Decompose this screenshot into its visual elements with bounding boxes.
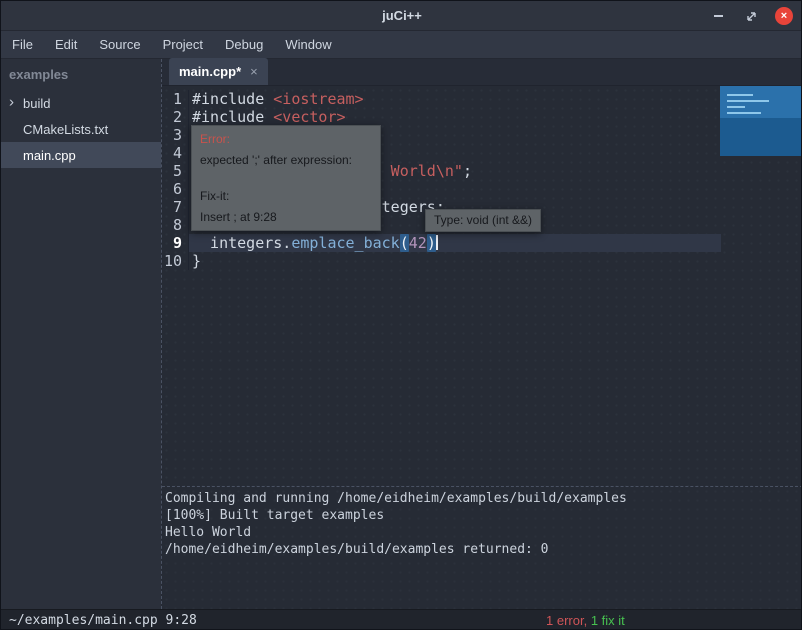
error-tooltip-title: Error: (200, 132, 372, 147)
line-number: 2 (162, 108, 189, 126)
maximize-button[interactable] (742, 7, 760, 25)
type-tooltip-text: Type: void (int &&) (434, 213, 532, 228)
sidebar-item-build[interactable]: › build (1, 90, 161, 116)
code-text: #include <iostream> (189, 90, 364, 108)
window-controls: × (709, 1, 793, 31)
app-window: juCi++ × File Edit Source Project Debug … (0, 0, 802, 630)
error-tooltip: Error: expected ';' after expression: Fi… (191, 125, 381, 231)
file-tree-sidebar: examples › build CMakeLists.txt main.cpp (1, 59, 161, 609)
error-count: 1 error (546, 613, 584, 628)
sidebar-item-cmakelists[interactable]: CMakeLists.txt (1, 116, 161, 142)
fixit-count: 1 fix it (591, 613, 625, 628)
tab-close-icon[interactable]: × (250, 64, 258, 79)
menu-edit[interactable]: Edit (44, 31, 88, 58)
line-number: 4 (162, 144, 189, 162)
code-line-current: 9 integers.emplace_back(42) (162, 234, 802, 252)
menu-file[interactable]: File (1, 31, 44, 58)
sidebar-item-label: CMakeLists.txt (23, 122, 108, 137)
line-number: 9 (162, 234, 189, 252)
tabbar: main.cpp* × (162, 59, 802, 86)
window-title: juCi++ (382, 8, 422, 23)
terminal-output[interactable]: Compiling and running /home/eidheim/exam… (162, 486, 802, 609)
fixit-label: Fix-it: (200, 189, 372, 204)
overview-line (727, 100, 769, 102)
line-number: 8 (162, 216, 189, 234)
code-line: 1 #include <iostream> (162, 90, 802, 108)
line-number: 6 (162, 180, 189, 198)
fixit-text: Insert ; at 9:28 (200, 210, 372, 225)
error-tooltip-message: expected ';' after expression: (200, 153, 372, 168)
line-number: 3 (162, 126, 189, 144)
menu-debug[interactable]: Debug (214, 31, 274, 58)
statusbar: ~/examples/main.cpp 9:28 1 error, 1 fix … (1, 609, 802, 630)
code-line: 10 } (162, 252, 802, 270)
minimize-icon (714, 15, 723, 17)
sidebar-item-label: main.cpp (23, 148, 76, 163)
overview-line (727, 112, 761, 114)
menubar: File Edit Source Project Debug Window (1, 31, 802, 59)
terminal-line: [100%] Built target examples (162, 507, 802, 524)
code-line: 2 #include <vector> (162, 108, 802, 126)
type-tooltip: Type: void (int &&) (425, 209, 541, 232)
terminal-line: Hello World (162, 524, 802, 541)
line-number: 10 (162, 252, 189, 270)
line-number: 5 (162, 162, 189, 180)
tab-label: main.cpp* (179, 64, 241, 79)
tab-maincpp[interactable]: main.cpp* × (169, 58, 268, 85)
sidebar-item-maincpp[interactable]: main.cpp (1, 142, 161, 168)
project-name-label: examples (1, 59, 161, 90)
terminal-line: Compiling and running /home/eidheim/exam… (162, 490, 802, 507)
sidebar-item-label: build (23, 96, 50, 111)
code-text: integers.emplace_back(42) (189, 234, 721, 252)
status-diagnostics: 1 error, 1 fix it (546, 613, 625, 628)
code-overview (720, 86, 802, 156)
overview-line (727, 94, 753, 96)
menu-project[interactable]: Project (152, 31, 214, 58)
text-cursor (436, 235, 438, 250)
overview-line (727, 106, 745, 108)
maximize-icon (745, 10, 758, 23)
menu-window[interactable]: Window (274, 31, 342, 58)
line-number: 1 (162, 90, 189, 108)
terminal-line: /home/eidheim/examples/build/examples re… (162, 541, 802, 558)
code-text: } (189, 252, 201, 270)
chevron-right-icon: › (9, 94, 14, 111)
close-icon: × (781, 7, 787, 25)
status-file-position: ~/examples/main.cpp 9:28 (9, 613, 197, 628)
minimize-button[interactable] (709, 7, 727, 25)
diagnostics-separator: , (584, 613, 591, 628)
menu-source[interactable]: Source (88, 31, 151, 58)
code-text: #include <vector> (189, 108, 346, 126)
line-number: 7 (162, 198, 189, 216)
close-button[interactable]: × (775, 7, 793, 25)
titlebar: juCi++ × (1, 1, 802, 31)
